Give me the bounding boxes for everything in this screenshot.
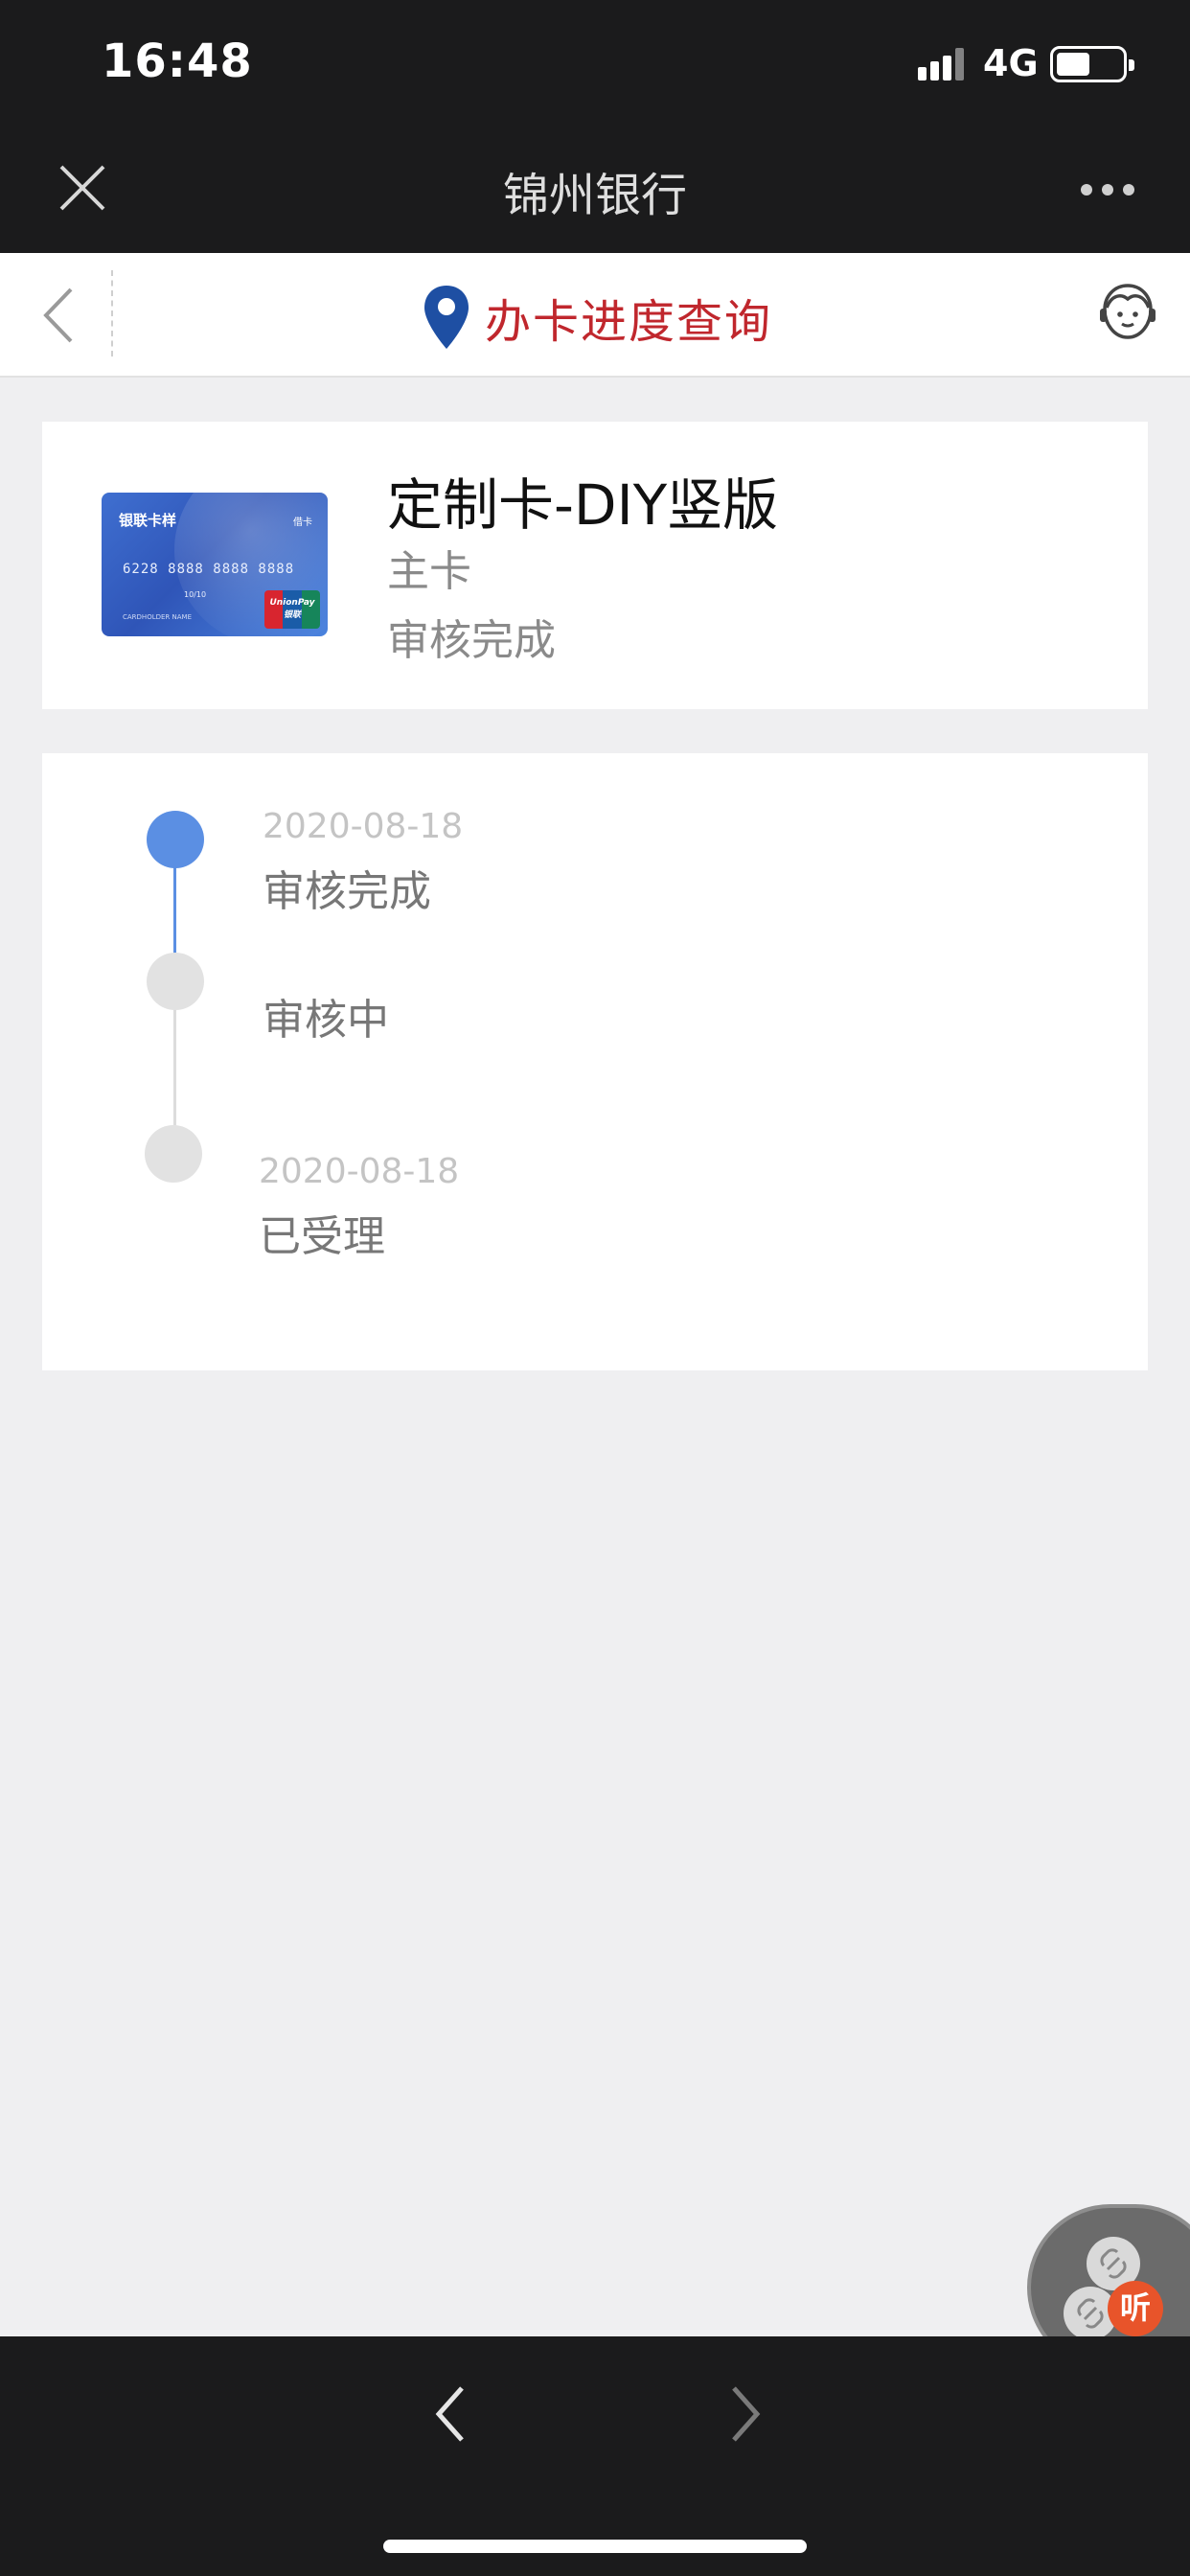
- top-bar: 16:48 4G 锦州银行: [0, 0, 1190, 253]
- timeline-dot: [147, 953, 204, 1010]
- wechat-page-title: 锦州银行: [502, 169, 687, 222]
- card-image-number: 6228 8888 8888 8888: [123, 562, 295, 577]
- timeline-label: 审核中: [263, 996, 389, 1045]
- more-icon[interactable]: [1081, 184, 1138, 197]
- unionpay-logo: UnionPay 银联: [264, 590, 320, 629]
- card-image-kind: 借卡: [293, 518, 312, 528]
- progress-timeline: 2020-08-18 审核完成 审核中 2020-08-18 已受理: [42, 753, 1148, 1370]
- card-image-expiry: 10/10: [184, 590, 207, 599]
- header-divider: [111, 270, 113, 356]
- card-type: 主卡: [387, 547, 471, 596]
- signal-icon: [918, 48, 966, 80]
- listen-badge[interactable]: 听: [1108, 2281, 1163, 2336]
- back-chevron-icon[interactable]: [34, 282, 82, 349]
- timeline-date: 2020-08-18: [259, 1152, 460, 1191]
- timeline-label: 已受理: [259, 1212, 385, 1261]
- card-image: 银联卡样 借卡 6228 8888 8888 8888 10/10 CARDHO…: [102, 493, 328, 636]
- bottom-toolbar: [0, 2336, 1190, 2576]
- network-type: 4G: [983, 42, 1039, 84]
- battery-icon: [1050, 46, 1134, 82]
- timeline-date: 2020-08-18: [263, 807, 464, 846]
- page-title: 办卡进度查询: [485, 295, 773, 349]
- card-name: 定制卡-DIY竖版: [387, 472, 779, 538]
- customer-service-icon[interactable]: [1098, 282, 1157, 345]
- card-image-holder: CARDHOLDER NAME: [123, 613, 192, 621]
- location-pin-icon: [424, 286, 469, 349]
- nav-forward-icon[interactable]: [721, 2380, 768, 2448]
- timeline-label: 审核完成: [263, 867, 431, 916]
- status-time: 16:48: [102, 34, 253, 88]
- nav-back-icon[interactable]: [427, 2380, 475, 2448]
- timeline-dot: [147, 811, 204, 868]
- card-image-brand: 银联卡样: [119, 512, 177, 529]
- card-info-panel: 银联卡样 借卡 6228 8888 8888 8888 10/10 CARDHO…: [42, 422, 1148, 709]
- home-indicator: [383, 2540, 807, 2553]
- timeline-dot: [145, 1125, 202, 1183]
- card-status: 审核完成: [387, 616, 556, 665]
- page-header: 办卡进度查询: [0, 253, 1190, 378]
